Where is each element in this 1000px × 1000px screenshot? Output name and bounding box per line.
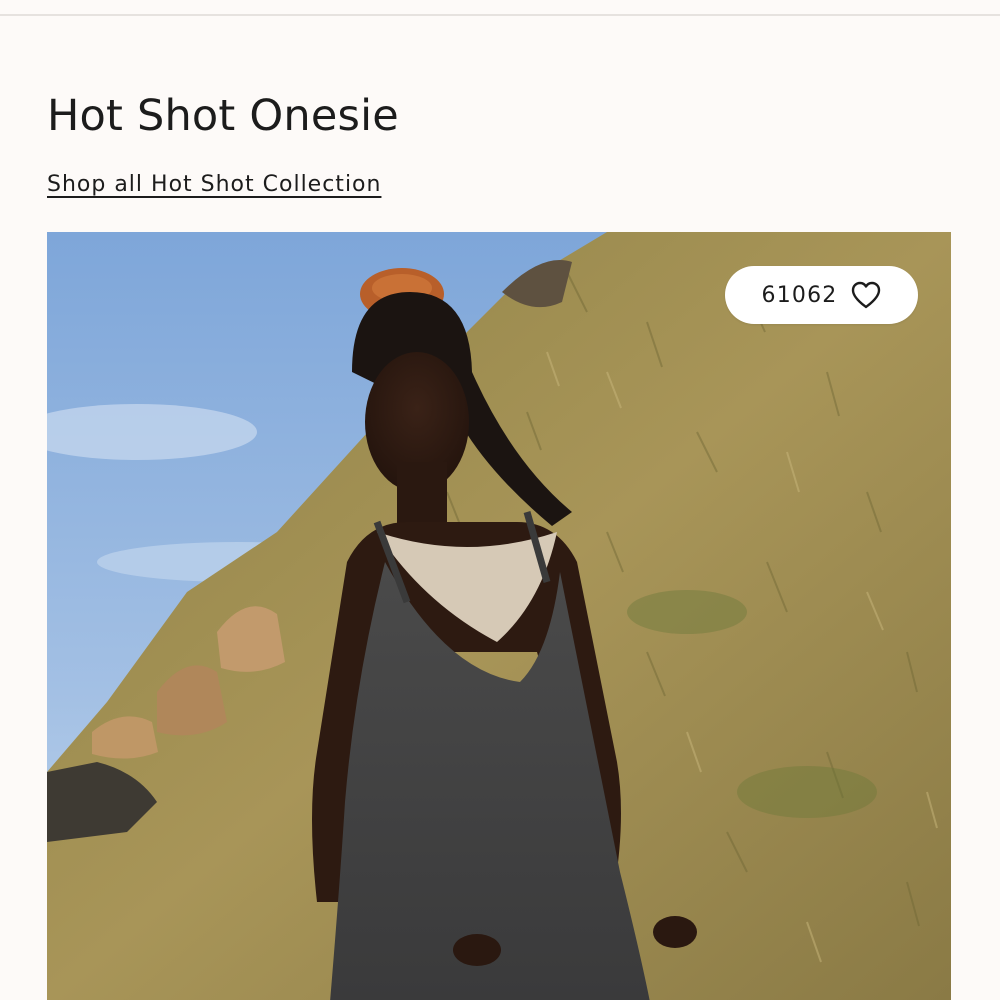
page-title: Hot Shot Onesie — [47, 91, 399, 141]
product-image[interactable] — [47, 232, 951, 1000]
favorite-count: 61062 — [761, 282, 838, 308]
header-divider — [0, 14, 1000, 16]
favorite-button[interactable]: 61062 — [725, 266, 918, 324]
shop-collection-link[interactable]: Shop all Hot Shot Collection — [47, 170, 381, 200]
heart-outline-icon — [851, 281, 880, 309]
